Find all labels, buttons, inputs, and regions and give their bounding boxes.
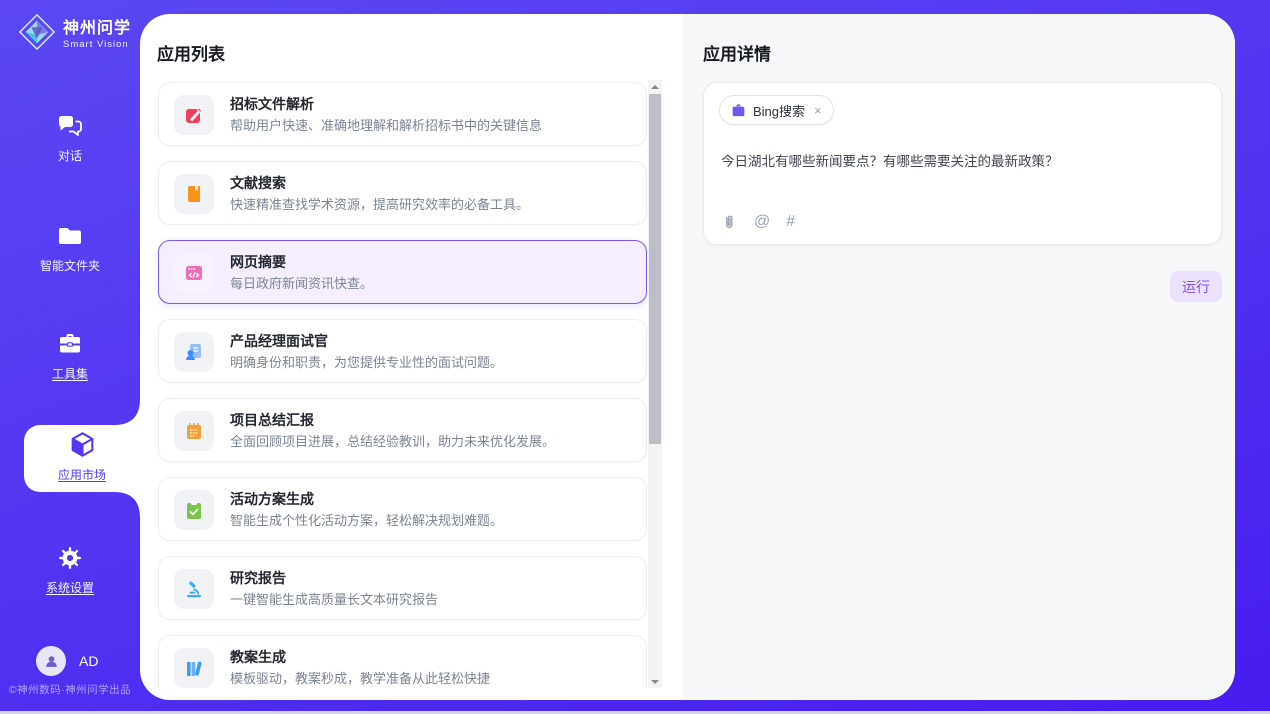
brand-text: 神州问学 Smart Vision bbox=[63, 14, 131, 50]
briefcase-icon bbox=[731, 103, 746, 118]
microscope-icon bbox=[174, 569, 214, 609]
active-curve-top bbox=[114, 399, 140, 425]
chat-icon bbox=[56, 112, 84, 140]
brand-diamond-icon bbox=[18, 13, 56, 51]
sidebar-item-label: 智能文件夹 bbox=[0, 257, 140, 274]
books-icon bbox=[174, 648, 214, 688]
clipboard-check-icon bbox=[174, 490, 214, 530]
gear-icon bbox=[56, 544, 84, 572]
app-card-desc: 帮助用户快速、准确地理解和解析招标书中的关键信息 bbox=[230, 115, 542, 134]
sidebar-item-settings[interactable]: 系统设置 bbox=[0, 544, 140, 596]
app-card-desc: 每日政府新闻资讯快查。 bbox=[230, 273, 373, 292]
app-card-literature-search[interactable]: 文献搜索 快速精准查找学术资源，提高研究效率的必备工具。 bbox=[158, 161, 647, 225]
app-card-desc: 一键智能生成高质量长文本研究报告 bbox=[230, 589, 438, 608]
main-content: 应用列表 招标文件解析 帮助用户快速、准确地理解和解析招标书中的关键信息 bbox=[140, 14, 1235, 700]
scroll-up-arrow[interactable] bbox=[648, 80, 662, 93]
edit-doc-icon bbox=[174, 95, 214, 135]
app-card-desc: 模板驱动，教案秒成，教学准备从此轻松快捷 bbox=[230, 668, 490, 687]
app-card-title: 文献搜索 bbox=[230, 173, 286, 193]
app-detail-panel: 应用详情 Bing搜索 × 今日湖北有哪些新闻要点？有哪些需要关注的最新政策？ … bbox=[683, 14, 1235, 700]
app-card-pm-interviewer[interactable]: 产品经理面试官 明确身份和职责，为您提供专业性的面试问题。 bbox=[158, 319, 647, 383]
app-card-title: 产品经理面试官 bbox=[230, 331, 328, 351]
brand-name: 神州问学 bbox=[63, 14, 131, 38]
avatar[interactable] bbox=[36, 646, 66, 676]
cube-icon bbox=[68, 430, 97, 459]
chip-close-icon[interactable]: × bbox=[814, 103, 822, 118]
app-card-research-report[interactable]: 研究报告 一键智能生成高质量长文本研究报告 bbox=[158, 556, 647, 620]
toolbox-icon bbox=[56, 330, 84, 358]
run-button[interactable]: 运行 bbox=[1170, 271, 1222, 302]
query-text[interactable]: 今日湖北有哪些新闻要点？有哪些需要关注的最新政策？ bbox=[721, 152, 1205, 172]
app-card-desc: 快速精准查找学术资源，提高研究效率的必备工具。 bbox=[230, 194, 529, 213]
user-name: AD bbox=[79, 653, 98, 669]
sidebar: 神州问学 Smart Vision 对话 智能文件夹 工具集 bbox=[0, 0, 140, 714]
app-card-title: 招标文件解析 bbox=[230, 94, 314, 114]
app-card-desc: 全面回顾项目进展，总结经验教训，助力未来优化发展。 bbox=[230, 431, 555, 450]
sidebar-item-label: 工具集 bbox=[0, 365, 140, 382]
scrollbar-thumb[interactable] bbox=[649, 94, 661, 444]
sidebar-item-label: 系统设置 bbox=[0, 579, 140, 596]
input-toolbar: @ # bbox=[720, 213, 795, 231]
app-card-title: 教案生成 bbox=[230, 647, 286, 667]
prompt-input-card[interactable]: Bing搜索 × 今日湖北有哪些新闻要点？有哪些需要关注的最新政策？ @ # bbox=[703, 82, 1222, 245]
app-card-web-summary[interactable]: 网页摘要 每日政府新闻资讯快查。 bbox=[158, 240, 647, 304]
folder-icon bbox=[56, 222, 84, 250]
attachment-icon[interactable] bbox=[720, 213, 738, 231]
sidebar-item-label: 应用市场 bbox=[24, 466, 140, 483]
app-card-title: 项目总结汇报 bbox=[230, 410, 314, 430]
user-account[interactable]: AD bbox=[36, 646, 98, 676]
app-card-title: 研究报告 bbox=[230, 568, 286, 588]
app-card-desc: 智能生成个性化活动方案，轻松解决规划难题。 bbox=[230, 510, 503, 529]
hash-icon[interactable]: # bbox=[786, 213, 795, 231]
brand-tagline: Smart Vision bbox=[63, 39, 131, 50]
scroll-down-arrow[interactable] bbox=[648, 675, 662, 688]
mention-icon[interactable]: @ bbox=[754, 213, 770, 231]
app-list: 招标文件解析 帮助用户快速、准确地理解和解析招标书中的关键信息 文献搜索 快速精… bbox=[158, 82, 647, 688]
person-icon bbox=[43, 653, 60, 670]
app-card-title: 活动方案生成 bbox=[230, 489, 314, 509]
app-card-desc: 明确身份和职责，为您提供专业性的面试问题。 bbox=[230, 352, 503, 371]
app-list-title: 应用列表 bbox=[157, 40, 225, 65]
sidebar-item-smart-folder[interactable]: 智能文件夹 bbox=[0, 222, 140, 274]
app-card-event-plan[interactable]: 活动方案生成 智能生成个性化活动方案，轻松解决规划难题。 bbox=[158, 477, 647, 541]
app-card-project-summary[interactable]: 项目总结汇报 全面回顾项目进展，总结经验教训，助力未来优化发展。 bbox=[158, 398, 647, 462]
sidebar-item-chat[interactable]: 对话 bbox=[0, 112, 140, 164]
copyright: ©神州数码·神州问学出品 bbox=[0, 682, 140, 697]
app-detail-title: 应用详情 bbox=[703, 40, 771, 65]
book-icon bbox=[174, 174, 214, 214]
app-card-title: 网页摘要 bbox=[230, 252, 286, 272]
active-curve-bottom bbox=[114, 492, 140, 518]
tool-chip-bing-search[interactable]: Bing搜索 × bbox=[719, 95, 834, 125]
tool-chip-label: Bing搜索 bbox=[753, 101, 805, 120]
browser-code-icon bbox=[174, 253, 214, 293]
notepad-icon bbox=[174, 411, 214, 451]
interviewer-icon bbox=[174, 332, 214, 372]
sidebar-item-label: 对话 bbox=[0, 147, 140, 164]
app-card-lesson-plan[interactable]: 教案生成 模板驱动，教案秒成，教学准备从此轻松快捷 bbox=[158, 635, 647, 688]
logo: 神州问学 Smart Vision bbox=[18, 13, 131, 51]
app-list-scrollbar[interactable] bbox=[648, 80, 662, 688]
sidebar-item-app-market[interactable]: 应用市场 bbox=[24, 425, 140, 492]
sidebar-item-toolbox[interactable]: 工具集 bbox=[0, 330, 140, 382]
app-window: 神州问学 Smart Vision 对话 智能文件夹 工具集 bbox=[0, 0, 1270, 714]
app-card-tender-analysis[interactable]: 招标文件解析 帮助用户快速、准确地理解和解析招标书中的关键信息 bbox=[158, 82, 647, 146]
